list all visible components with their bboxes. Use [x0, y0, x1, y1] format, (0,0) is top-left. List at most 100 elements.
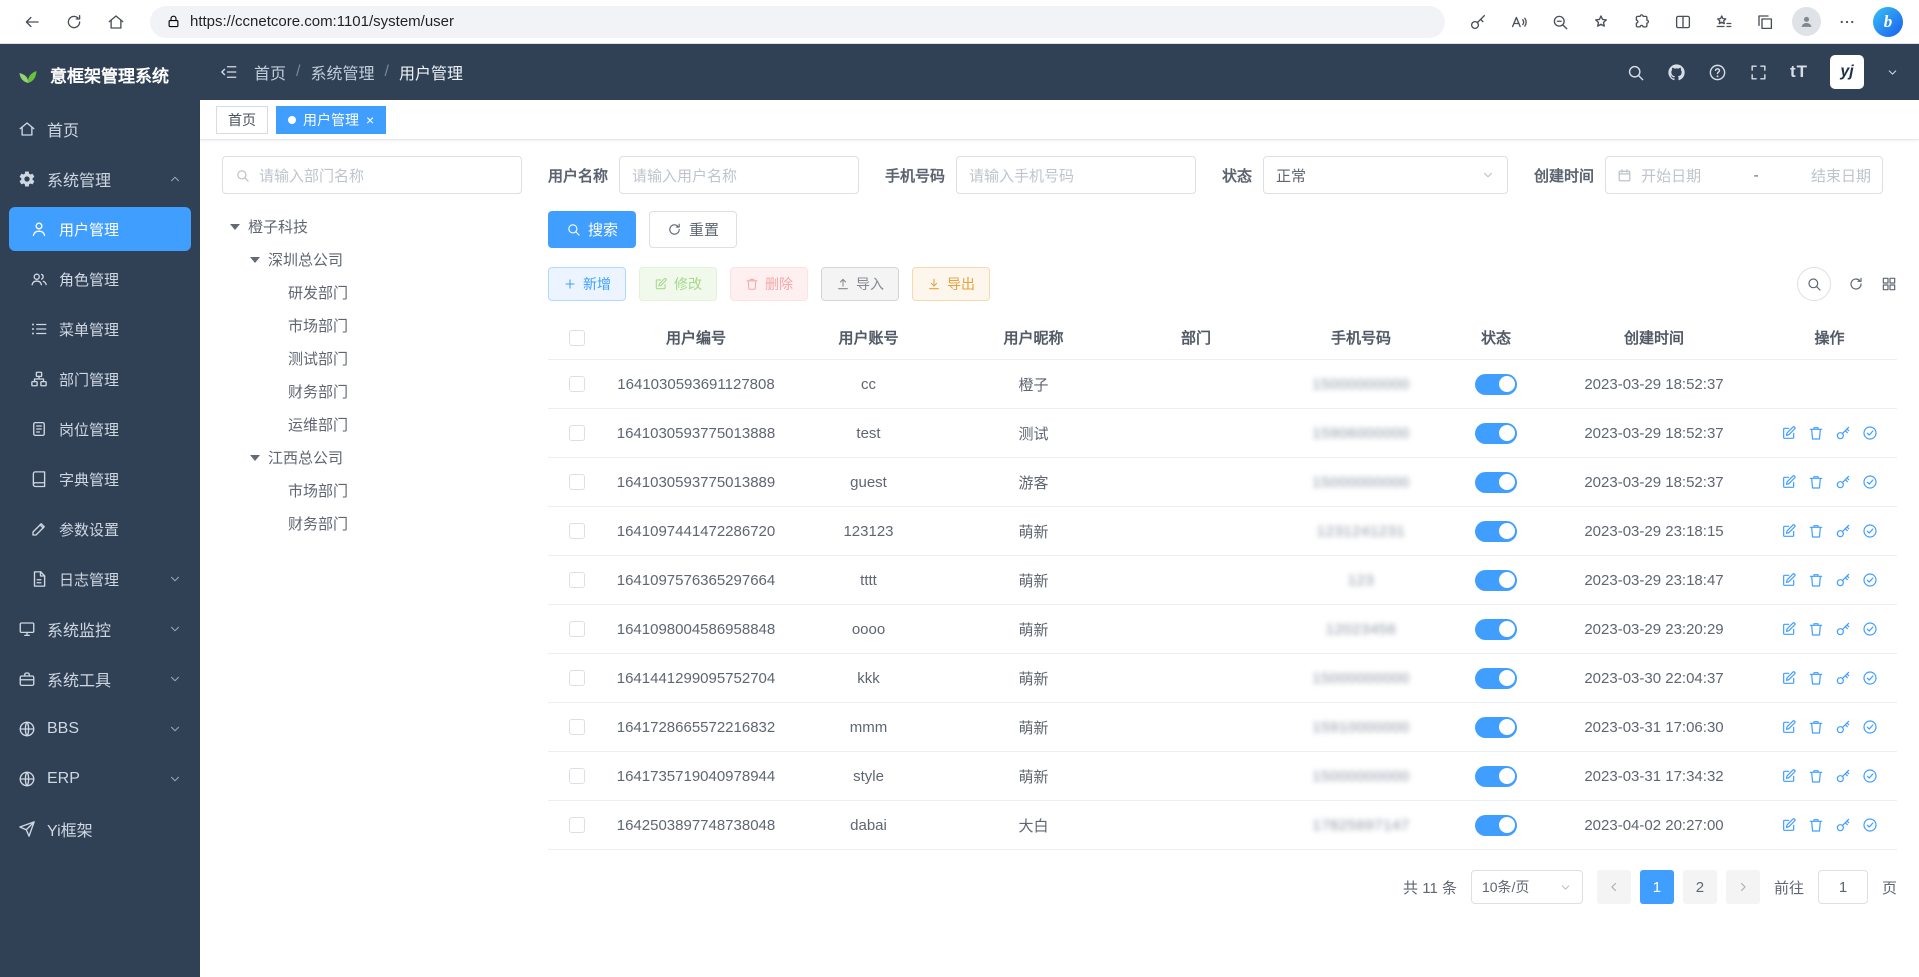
delete-icon[interactable]	[1808, 670, 1824, 686]
refresh-table-icon[interactable]	[1848, 276, 1864, 292]
edit-icon[interactable]	[1781, 572, 1797, 588]
sidebar-item-user-mgmt[interactable]: 用户管理	[9, 207, 191, 251]
tree-node[interactable]: 江西总公司	[222, 441, 522, 474]
reset-password-icon[interactable]	[1835, 474, 1851, 490]
sidebar-item-menu-mgmt[interactable]: 菜单管理	[0, 304, 200, 354]
column-settings-icon[interactable]	[1881, 276, 1897, 292]
row-checkbox[interactable]	[569, 523, 585, 539]
modify-button[interactable]: 修改	[639, 267, 717, 301]
status-select[interactable]: 正常	[1263, 156, 1508, 194]
row-checkbox[interactable]	[569, 376, 585, 392]
sidebar-item-role-mgmt[interactable]: 角色管理	[0, 254, 200, 304]
next-page-button[interactable]	[1726, 870, 1760, 904]
delete-icon[interactable]	[1808, 768, 1824, 784]
phone-input[interactable]: 请输入手机号码	[956, 156, 1196, 194]
show-search-icon[interactable]	[1797, 267, 1831, 301]
row-checkbox[interactable]	[569, 817, 585, 833]
breadcrumb-home[interactable]: 首页	[254, 60, 286, 84]
delete-icon[interactable]	[1808, 425, 1824, 441]
status-toggle[interactable]	[1475, 717, 1517, 738]
collapse-sidebar-icon[interactable]	[220, 63, 238, 81]
status-toggle[interactable]	[1475, 570, 1517, 591]
goto-page-input[interactable]	[1818, 870, 1868, 904]
assign-role-icon[interactable]	[1862, 572, 1878, 588]
reset-password-icon[interactable]	[1835, 817, 1851, 833]
tab-home[interactable]: 首页	[216, 106, 268, 134]
status-toggle[interactable]	[1475, 423, 1517, 444]
status-toggle[interactable]	[1475, 472, 1517, 493]
delete-icon[interactable]	[1808, 621, 1824, 637]
export-button[interactable]: 导出	[912, 267, 990, 301]
split-screen-icon[interactable]	[1666, 5, 1700, 39]
assign-role-icon[interactable]	[1862, 474, 1878, 490]
delete-icon[interactable]	[1808, 523, 1824, 539]
delete-icon[interactable]	[1808, 719, 1824, 735]
reset-password-icon[interactable]	[1835, 768, 1851, 784]
read-aloud-icon[interactable]	[1502, 5, 1536, 39]
tree-node[interactable]: 测试部门	[222, 342, 522, 375]
tree-node[interactable]: 市场部门	[222, 474, 522, 507]
assign-role-icon[interactable]	[1862, 425, 1878, 441]
caret-down-icon[interactable]	[230, 224, 240, 230]
reset-password-icon[interactable]	[1835, 670, 1851, 686]
search-button[interactable]: 搜索	[548, 211, 636, 248]
status-toggle[interactable]	[1475, 374, 1517, 395]
reset-password-icon[interactable]	[1835, 425, 1851, 441]
font-size-icon[interactable]: tT	[1790, 62, 1808, 82]
sidebar-item-bbs[interactable]: BBS	[0, 704, 200, 754]
sidebar-item-dept-mgmt[interactable]: 部门管理	[0, 354, 200, 404]
add-button[interactable]: 新增	[548, 267, 626, 301]
delete-icon[interactable]	[1808, 474, 1824, 490]
sidebar-item-system[interactable]: 系统管理	[0, 154, 200, 204]
row-checkbox[interactable]	[569, 621, 585, 637]
row-checkbox[interactable]	[569, 670, 585, 686]
edit-icon[interactable]	[1781, 817, 1797, 833]
edit-icon[interactable]	[1781, 523, 1797, 539]
row-checkbox[interactable]	[569, 768, 585, 784]
tree-node[interactable]: 财务部门	[222, 507, 522, 540]
breadcrumb-system[interactable]: 系统管理	[310, 60, 374, 84]
sidebar-item-erp[interactable]: ERP	[0, 754, 200, 804]
edit-icon[interactable]	[1781, 768, 1797, 784]
bing-icon[interactable]: b	[1871, 5, 1905, 39]
sidebar-item-param-settings[interactable]: 参数设置	[0, 504, 200, 554]
password-key-icon[interactable]	[1461, 5, 1495, 39]
row-checkbox[interactable]	[569, 425, 585, 441]
sidebar-item-post-mgmt[interactable]: 岗位管理	[0, 404, 200, 454]
user-avatar[interactable]: yj	[1830, 55, 1864, 89]
page-2-button[interactable]: 2	[1683, 870, 1717, 904]
date-range-picker[interactable]: 开始日期 - 结束日期	[1605, 156, 1883, 194]
help-icon[interactable]	[1708, 63, 1727, 82]
reset-password-icon[interactable]	[1835, 572, 1851, 588]
tree-node[interactable]: 研发部门	[222, 276, 522, 309]
caret-down-icon[interactable]	[250, 257, 260, 263]
tree-node[interactable]: 运维部门	[222, 408, 522, 441]
edit-icon[interactable]	[1781, 425, 1797, 441]
sidebar-item-log-mgmt[interactable]: 日志管理	[0, 554, 200, 604]
sidebar-item-home[interactable]: 首页	[0, 104, 200, 154]
assign-role-icon[interactable]	[1862, 621, 1878, 637]
tree-node[interactable]: 市场部门	[222, 309, 522, 342]
edit-icon[interactable]	[1781, 621, 1797, 637]
more-options-icon[interactable]	[1830, 5, 1864, 39]
reset-password-icon[interactable]	[1835, 719, 1851, 735]
sidebar-item-yi-framework[interactable]: Yi框架	[0, 804, 200, 854]
tab-user-mgmt[interactable]: 用户管理 ×	[276, 106, 386, 134]
edit-icon[interactable]	[1781, 670, 1797, 686]
delete-icon[interactable]	[1808, 817, 1824, 833]
collections-icon[interactable]	[1748, 5, 1782, 39]
sidebar-item-monitor[interactable]: 系统监控	[0, 604, 200, 654]
status-toggle[interactable]	[1475, 668, 1517, 689]
header-search-icon[interactable]	[1626, 63, 1645, 82]
import-button[interactable]: 导入	[821, 267, 899, 301]
username-input[interactable]: 请输入用户名称	[619, 156, 859, 194]
assign-role-icon[interactable]	[1862, 817, 1878, 833]
fullscreen-icon[interactable]	[1749, 63, 1768, 82]
sidebar-item-dict-mgmt[interactable]: 字典管理	[0, 454, 200, 504]
edit-icon[interactable]	[1781, 474, 1797, 490]
reset-button[interactable]: 重置	[649, 211, 737, 248]
avatar-chevron-down-icon[interactable]	[1886, 66, 1899, 79]
status-toggle[interactable]	[1475, 766, 1517, 787]
extensions-icon[interactable]	[1625, 5, 1659, 39]
reset-password-icon[interactable]	[1835, 621, 1851, 637]
